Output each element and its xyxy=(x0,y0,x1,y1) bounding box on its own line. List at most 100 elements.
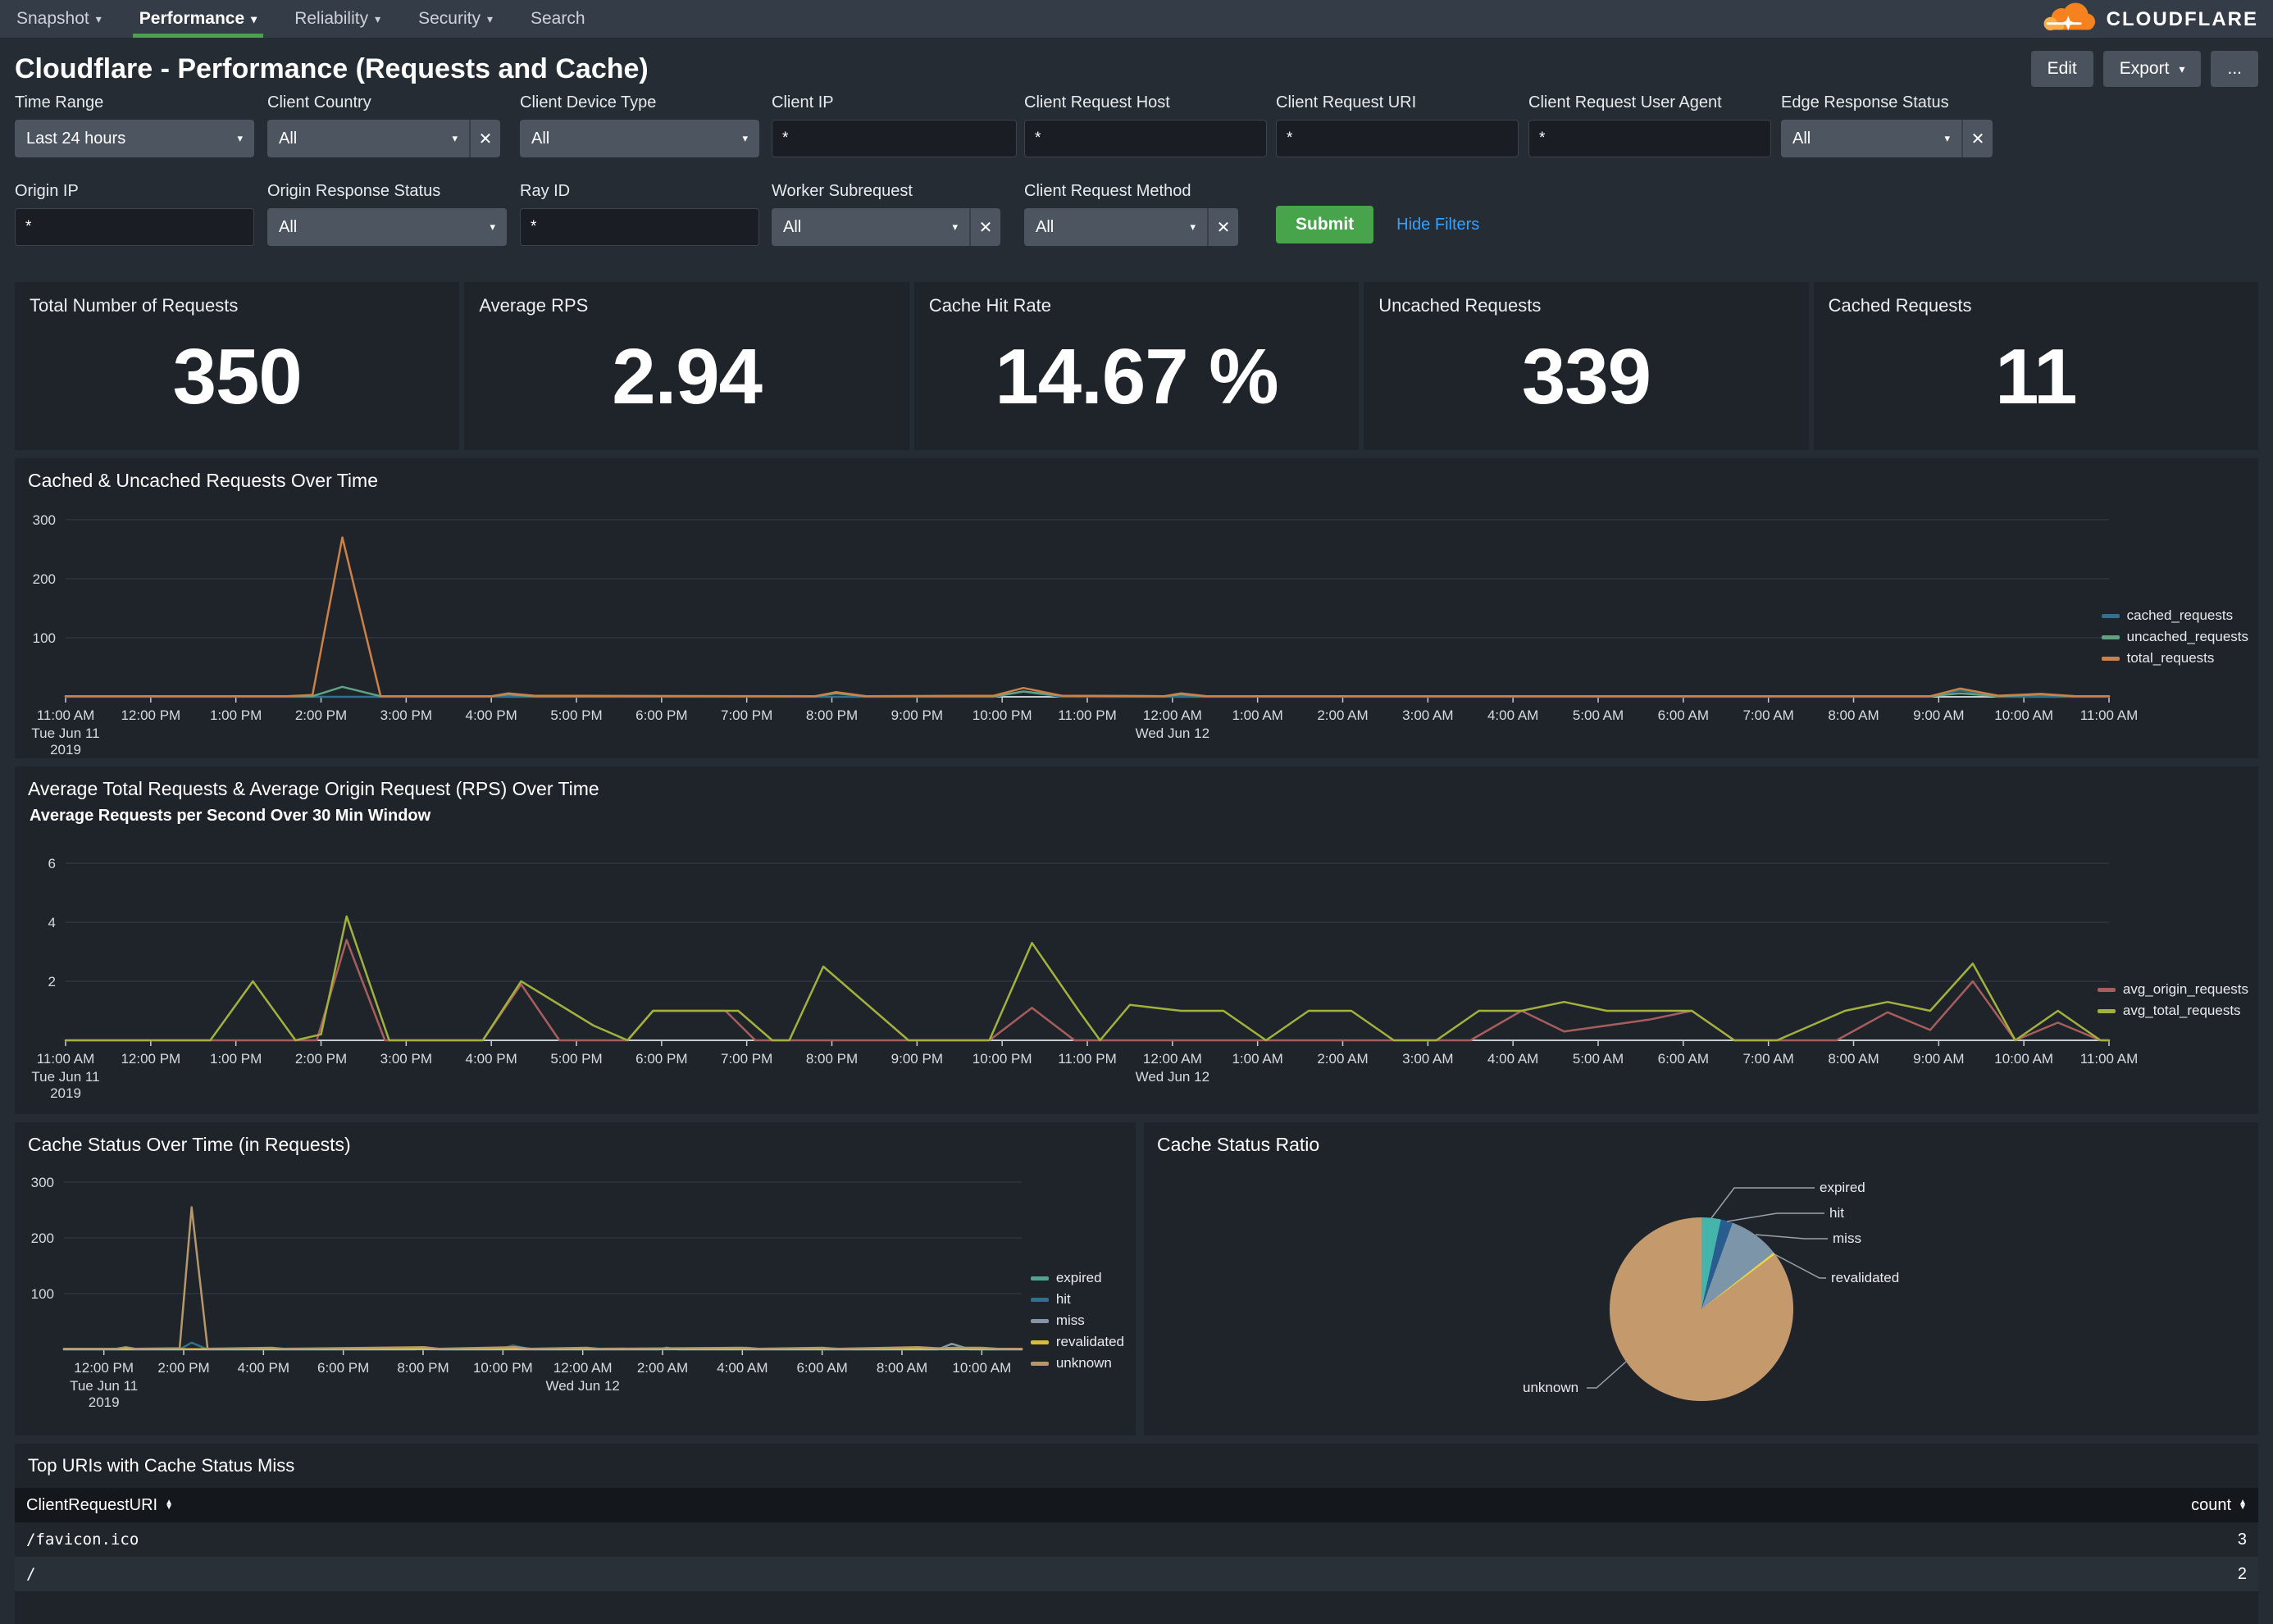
cloudflare-cloud-icon xyxy=(2038,2,2099,38)
svg-text:Tue Jun 11: Tue Jun 11 xyxy=(31,726,99,741)
nav-item-security[interactable]: Security▾ xyxy=(418,0,493,38)
filter-label: Client IP xyxy=(772,93,1024,112)
legend-swatch xyxy=(2102,635,2120,639)
export-button[interactable]: Export ▾ xyxy=(2103,51,2202,87)
filter-select-worker-subrequest[interactable]: All▾✕ xyxy=(772,208,1000,246)
svg-text:11:00 AM: 11:00 AM xyxy=(2080,1051,2139,1067)
filter-label: Edge Response Status xyxy=(1781,93,1996,112)
svg-text:1:00 PM: 1:00 PM xyxy=(210,707,262,723)
pie-label-miss: miss xyxy=(1833,1231,1861,1247)
filter-select-client-device-type[interactable]: All▾ xyxy=(520,120,759,157)
svg-text:2019: 2019 xyxy=(50,742,81,757)
clear-filter-button[interactable]: ✕ xyxy=(1207,208,1238,246)
svg-text:12:00 PM: 12:00 PM xyxy=(121,1051,180,1067)
nav-item-performance[interactable]: Performance▾ xyxy=(139,0,257,38)
selected-option: All xyxy=(279,130,297,148)
legend-item-miss: miss xyxy=(1031,1312,1124,1329)
svg-text:200: 200 xyxy=(33,571,56,587)
chart-subtitle: Average Requests per Second Over 30 Min … xyxy=(30,807,2245,826)
hide-filters-link[interactable]: Hide Filters xyxy=(1396,216,1479,234)
filter-input-origin-ip[interactable] xyxy=(15,208,254,246)
sort-icon: ▲▼ xyxy=(2239,1500,2247,1510)
requests-over-time-chart: 10020030011:00 AMTue Jun 11201912:00 PM1… xyxy=(28,494,2255,757)
filter-input-client-request-uri[interactable] xyxy=(1276,120,1519,157)
cache-status-row: Cache Status Over Time (in Requests) 100… xyxy=(15,1122,2258,1435)
svg-text:4:00 AM: 4:00 AM xyxy=(1487,1051,1538,1067)
filter-row-1: Time RangeLast 24 hours▾Client CountryAl… xyxy=(15,93,2258,157)
nav-item-reliability[interactable]: Reliability▾ xyxy=(294,0,380,38)
top-nav: Snapshot▾Performance▾Reliability▾Securit… xyxy=(0,0,2273,38)
submit-button[interactable]: Submit xyxy=(1276,206,1373,243)
requests-over-time-legend: cached_requestsuncached_requeststotal_re… xyxy=(2102,607,2248,666)
filter-select-origin-response-status[interactable]: All▾ xyxy=(267,208,507,246)
selected-option: Last 24 hours xyxy=(26,130,125,148)
chevron-down-icon: ▾ xyxy=(251,13,257,25)
stat-card-cached-requests: Cached Requests11 xyxy=(1814,282,2258,450)
svg-text:6:00 PM: 6:00 PM xyxy=(635,1051,687,1067)
stat-label: Average RPS xyxy=(479,295,894,316)
filter-select-client-request-method[interactable]: All▾✕ xyxy=(1024,208,1238,246)
chevron-down-icon: ▾ xyxy=(1944,132,1950,145)
svg-text:4:00 PM: 4:00 PM xyxy=(238,1360,289,1376)
stats-row: Total Number of Requests350Average RPS2.… xyxy=(15,282,2258,450)
legend-item-cached-requests: cached_requests xyxy=(2102,607,2248,624)
chevron-down-icon: ▾ xyxy=(952,221,958,234)
legend-item-avg-origin-requests: avg_origin_requests xyxy=(2098,981,2248,998)
filter-label: Origin IP xyxy=(15,182,267,201)
chart-title: Cache Status Ratio xyxy=(1157,1134,2245,1156)
more-options-button[interactable]: ... xyxy=(2211,51,2258,87)
selected-option: All xyxy=(1792,130,1811,148)
filter-select-time-range[interactable]: Last 24 hours▾ xyxy=(15,120,254,157)
legend-swatch xyxy=(1031,1340,1049,1344)
svg-text:12:00 AM: 12:00 AM xyxy=(1143,707,1202,723)
filter-input-client-request-host[interactable] xyxy=(1024,120,1267,157)
column-header-clientrequesturi[interactable]: ClientRequestURI▲▼ xyxy=(26,1496,173,1515)
svg-text:Wed Jun 12: Wed Jun 12 xyxy=(545,1378,619,1394)
filter-input-client-ip[interactable] xyxy=(772,120,1017,157)
nav-item-snapshot[interactable]: Snapshot▾ xyxy=(16,0,102,38)
svg-text:8:00 AM: 8:00 AM xyxy=(877,1360,927,1376)
svg-text:Wed Jun 12: Wed Jun 12 xyxy=(1136,1069,1209,1085)
svg-text:4: 4 xyxy=(48,915,56,930)
filter-select-client-country[interactable]: All▾✕ xyxy=(267,120,500,157)
panel-requests-over-time: Cached & Uncached Requests Over Time 100… xyxy=(15,458,2258,758)
filter-input-ray-id[interactable] xyxy=(520,208,759,246)
legend-item-unknown: unknown xyxy=(1031,1355,1124,1372)
filter-label: Worker Subrequest xyxy=(772,182,1024,201)
nav-item-label: Snapshot xyxy=(16,9,89,29)
sort-desc-icon: ▼ xyxy=(165,1505,173,1510)
stat-value: 339 xyxy=(1378,316,1793,437)
clear-filter-button[interactable]: ✕ xyxy=(1961,120,1993,157)
chevron-down-icon: ▾ xyxy=(2179,62,2184,76)
svg-text:7:00 AM: 7:00 AM xyxy=(1742,707,1793,723)
clear-filter-button[interactable]: ✕ xyxy=(969,208,1000,246)
sort-desc-icon: ▼ xyxy=(2239,1505,2247,1510)
table-title: Top URIs with Cache Status Miss xyxy=(28,1455,2245,1476)
selected-option: All xyxy=(279,218,297,237)
stat-label: Cached Requests xyxy=(1829,295,2243,316)
clear-filter-button[interactable]: ✕ xyxy=(469,120,500,157)
svg-text:2:00 AM: 2:00 AM xyxy=(1317,707,1368,723)
svg-text:9:00 AM: 9:00 AM xyxy=(1913,1051,1964,1067)
edit-button[interactable]: Edit xyxy=(2031,51,2093,87)
svg-text:8:00 PM: 8:00 PM xyxy=(806,1051,858,1067)
select-value: All ▾ xyxy=(1781,120,1961,157)
filter-input-client-request-user-agent[interactable] xyxy=(1528,120,1771,157)
nav-item-search[interactable]: Search xyxy=(531,0,585,38)
filter-field-client-device-type: Client Device TypeAll▾ xyxy=(520,93,772,157)
stat-value: 14.67 % xyxy=(929,316,1344,437)
svg-text:3:00 AM: 3:00 AM xyxy=(1402,1051,1453,1067)
svg-text:2:00 PM: 2:00 PM xyxy=(295,707,347,723)
filter-select-edge-response-status[interactable]: All ▾ ✕ xyxy=(1781,120,1993,157)
svg-text:6:00 PM: 6:00 PM xyxy=(317,1360,369,1376)
page-title: Cloudflare - Performance (Requests and C… xyxy=(15,53,2021,85)
svg-text:1:00 AM: 1:00 AM xyxy=(1232,707,1282,723)
svg-text:3:00 AM: 3:00 AM xyxy=(1402,707,1453,723)
filter-field-client-request-host: Client Request Host xyxy=(1024,93,1276,157)
legend-label: cached_requests xyxy=(2127,607,2233,624)
svg-text:8:00 AM: 8:00 AM xyxy=(1828,1051,1879,1067)
legend-label: unknown xyxy=(1056,1355,1112,1372)
column-header-count[interactable]: count▲▼ xyxy=(2191,1496,2247,1515)
svg-text:2:00 AM: 2:00 AM xyxy=(637,1360,688,1376)
cache-status-chart: 10020030012:00 PMTue Jun 1120192:00 PM4:… xyxy=(28,1158,1123,1413)
